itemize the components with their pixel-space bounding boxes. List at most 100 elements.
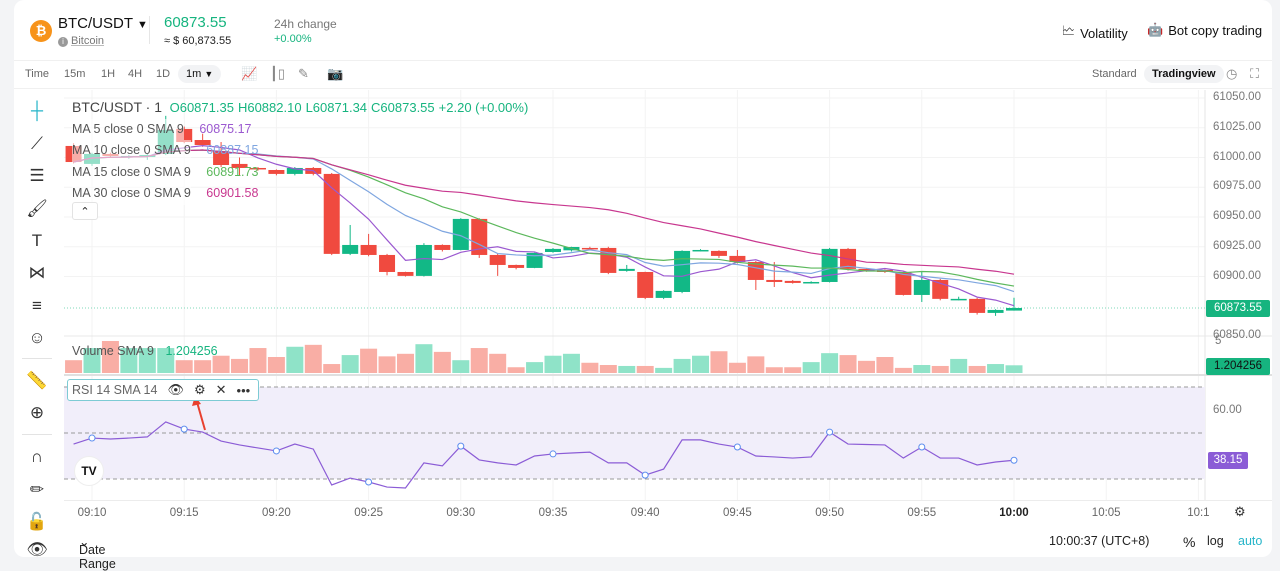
time-axis[interactable]: 09:10 09:15 09:20 09:25 09:30 09:35 09:40 09:45… bbox=[64, 500, 1272, 524]
volume-bar bbox=[212, 355, 230, 373]
candle-type-icon[interactable]: ┃▯ bbox=[270, 66, 285, 82]
interval-1d[interactable]: 1D bbox=[156, 68, 170, 80]
collapse-legend-button[interactable]: ⌃ bbox=[72, 202, 98, 220]
rsi-marker bbox=[457, 442, 465, 450]
rsi-marker bbox=[272, 447, 280, 455]
interval-time[interactable]: Time bbox=[25, 68, 49, 80]
rsi-marker bbox=[88, 434, 96, 442]
candle-body bbox=[950, 298, 967, 301]
candle-body bbox=[692, 249, 709, 252]
time-axis-label: 09:15 bbox=[169, 507, 199, 519]
candle-body bbox=[637, 271, 654, 298]
gear-icon[interactable]: ⚙ bbox=[194, 382, 206, 398]
time-axis-label: 09:30 bbox=[446, 507, 476, 519]
price-axis-label: 60975.00 bbox=[1213, 180, 1261, 193]
eye-icon[interactable]: 👁 bbox=[167, 382, 184, 398]
time-axis-label: 09:50 bbox=[815, 507, 844, 519]
volume-bar bbox=[692, 355, 710, 373]
bitcoin-icon: ₿ bbox=[30, 20, 52, 42]
volume-bar bbox=[286, 346, 304, 373]
date-range-button[interactable]: Date Range ⌄ bbox=[79, 534, 116, 571]
volume-bar bbox=[728, 362, 746, 373]
time-axis-label: 09:55 bbox=[907, 507, 937, 519]
emoji-icon[interactable]: ☺ bbox=[24, 326, 50, 350]
eye-icon[interactable]: 👁 bbox=[24, 538, 50, 562]
log-toggle[interactable]: log bbox=[1207, 534, 1224, 548]
camera-icon[interactable]: 📷 bbox=[327, 66, 343, 82]
volume-value: 1.204256 bbox=[165, 344, 218, 358]
crosshair-icon[interactable]: ┼ bbox=[24, 99, 50, 123]
rsi-legend[interactable]: RSI 14 SMA 14 👁 ⚙ ✕ ••• bbox=[67, 379, 259, 401]
fullscreen-icon[interactable]: ⛶ bbox=[1250, 66, 1259, 82]
ma-label: MA 10 close 0 SMA 9 bbox=[72, 140, 191, 162]
coin-name-link[interactable]: Bitcoin bbox=[71, 35, 104, 47]
interval-15m[interactable]: 15m bbox=[64, 68, 85, 80]
volume-bar bbox=[931, 365, 949, 373]
volume-bar bbox=[765, 367, 783, 373]
interval-dropdown[interactable]: 1m ▼ bbox=[178, 65, 222, 83]
bot-copy-label: Bot copy trading bbox=[1168, 22, 1263, 38]
rsi-marker bbox=[180, 425, 188, 433]
legend-open: O60871.35 bbox=[169, 100, 234, 115]
volume-bar bbox=[784, 367, 802, 373]
candle-body bbox=[360, 244, 377, 255]
lock-icon[interactable]: 🔓 bbox=[24, 510, 50, 534]
ma-label: MA 15 close 0 SMA 9 bbox=[72, 161, 191, 184]
volume-bar bbox=[821, 353, 839, 373]
more-icon[interactable]: ••• bbox=[237, 383, 251, 398]
legend-change: +2.20 (+0.00%) bbox=[438, 100, 529, 115]
candle-body bbox=[415, 244, 432, 276]
zoom-in-icon[interactable]: ⊕ bbox=[24, 401, 50, 425]
candle-body bbox=[766, 279, 783, 282]
price-axis-label: 60900.00 bbox=[1213, 269, 1261, 282]
volume-tag: 1.204256 bbox=[1206, 358, 1270, 375]
change-label: 24h change bbox=[274, 17, 337, 31]
history-icon[interactable]: ◷ bbox=[1226, 66, 1237, 82]
coin-info[interactable]: i Bitcoin bbox=[58, 35, 104, 47]
volume-bar bbox=[710, 351, 728, 373]
trend-line-icon[interactable]: ⟋ bbox=[24, 132, 50, 156]
prediction-icon[interactable]: ≡ bbox=[24, 294, 50, 318]
auto-toggle[interactable]: auto bbox=[1238, 534, 1262, 548]
price-chart[interactable]: BTC/USDT · 1 O60871.35 H60882.10 L60871.34… bbox=[64, 90, 1272, 500]
interval-4h[interactable]: 4H bbox=[128, 68, 142, 80]
chart-toolbar: Time 15m 1H 4H 1D 1m ▼ 📈 ┃▯ ✎ 📷 Standard… bbox=[14, 60, 1272, 89]
candle-body bbox=[581, 247, 598, 250]
volume-bar bbox=[747, 356, 765, 373]
price-usd: ≈ $ 60,873.55 bbox=[164, 35, 232, 47]
indicator-icon[interactable]: 📈 bbox=[241, 66, 257, 82]
lock-drawing-icon[interactable]: ✏ bbox=[24, 478, 50, 502]
view-standard[interactable]: Standard bbox=[1092, 68, 1137, 80]
volume-bar bbox=[894, 367, 912, 373]
text-icon[interactable]: T bbox=[24, 229, 50, 253]
header: ₿ BTC/USDT ▼ i Bitcoin 60873.55 ≈ $ 60,873… bbox=[14, 0, 1272, 60]
view-tradingview[interactable]: Tradingview bbox=[1144, 65, 1224, 83]
pair-selector[interactable]: BTC/USDT ▼ bbox=[58, 15, 148, 32]
interval-1h[interactable]: 1H bbox=[101, 68, 115, 80]
ruler-icon[interactable]: 📏 bbox=[24, 369, 50, 393]
candle-body bbox=[434, 244, 451, 250]
candle-body bbox=[379, 254, 396, 272]
robot-icon: 🤖 bbox=[1147, 22, 1164, 37]
time-axis-label: 09:20 bbox=[262, 507, 291, 519]
volatility-button[interactable]: 🗠 Volatility bbox=[1062, 22, 1128, 44]
horizontal-lines-icon[interactable]: ☰ bbox=[24, 164, 50, 188]
settings-icon[interactable]: ⚙ bbox=[1234, 504, 1246, 520]
pencil-icon[interactable]: ✎ bbox=[298, 66, 309, 82]
candle-body bbox=[1006, 307, 1022, 311]
pattern-icon[interactable]: ⋈ bbox=[24, 261, 50, 285]
percent-toggle[interactable]: % bbox=[1183, 534, 1195, 550]
bot-copy-trading-button[interactable]: 🤖 Bot copy trading bbox=[1147, 22, 1262, 38]
rsi-label: RSI 14 SMA 14 bbox=[72, 383, 158, 397]
ma-legend-row: MA 10 close 0 SMA 9 60887.15 bbox=[72, 140, 532, 162]
price-axis-label: 61050.00 bbox=[1213, 91, 1261, 103]
volume-bar bbox=[267, 357, 285, 373]
brush-icon[interactable]: 🖌 bbox=[24, 197, 50, 221]
magnet-icon[interactable]: ∩ bbox=[24, 445, 50, 469]
close-icon[interactable]: ✕ bbox=[216, 382, 227, 398]
current-price-tag: 60873.55 bbox=[1206, 300, 1270, 317]
candle-body bbox=[508, 264, 525, 268]
ma-legend-row: MA 15 close 0 SMA 9 60891.73 bbox=[72, 161, 532, 184]
ma-legend-row: MA 30 close 0 SMA 9 60901.58 bbox=[72, 183, 532, 205]
price-axis-label: 60925.00 bbox=[1213, 239, 1261, 252]
